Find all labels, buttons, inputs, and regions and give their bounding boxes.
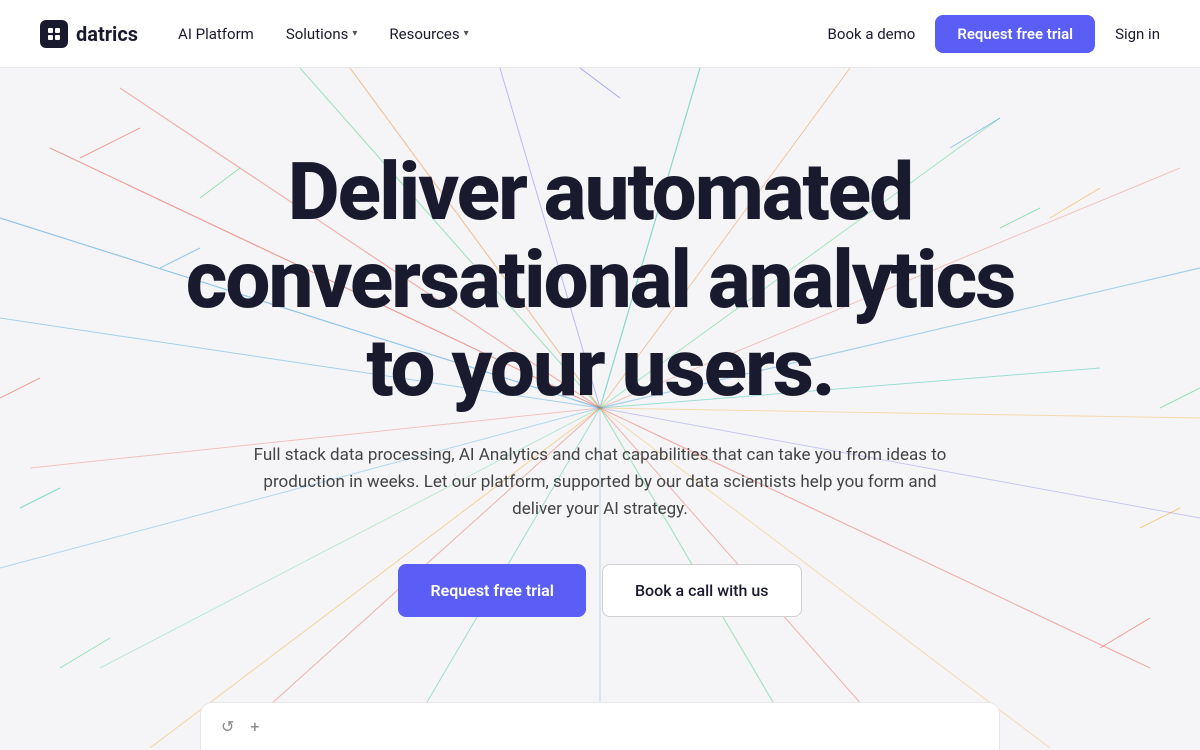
add-icon[interactable]: + [250,717,259,736]
nav-resources[interactable]: Resources ▾ [389,25,468,43]
history-icon[interactable]: ↺ [221,717,234,736]
nav-ai-platform[interactable]: AI Platform [178,25,254,43]
sign-in-button[interactable]: Sign in [1115,25,1160,43]
request-trial-hero-button[interactable]: Request free trial [398,564,585,617]
book-demo-button[interactable]: Book a demo [828,25,916,43]
hero-subtitle: Full stack data processing, AI Analytics… [240,442,960,524]
bottom-bar: ↺ + [200,702,1000,750]
request-trial-nav-button[interactable]: Request free trial [935,15,1095,53]
hero-section: Deliver automated conversational analyti… [0,68,1200,750]
nav-solutions[interactable]: Solutions ▾ [286,25,358,43]
chevron-down-icon: ▾ [352,28,357,39]
navbar: datrics AI Platform Solutions ▾ Resource… [0,0,1200,68]
logo-icon [40,20,68,48]
nav-actions: Book a demo Request free trial Sign in [828,15,1160,53]
hero-content: Deliver automated conversational analyti… [186,148,1015,617]
brand-name: datrics [76,22,138,46]
nav-links: AI Platform Solutions ▾ Resources ▾ [178,25,828,43]
hero-cta-group: Request free trial Book a call with us [186,564,1015,617]
hero-title: Deliver automated conversational analyti… [186,148,1015,412]
chevron-down-icon: ▾ [464,28,469,39]
book-call-button[interactable]: Book a call with us [602,564,802,617]
logo[interactable]: datrics [40,20,138,48]
